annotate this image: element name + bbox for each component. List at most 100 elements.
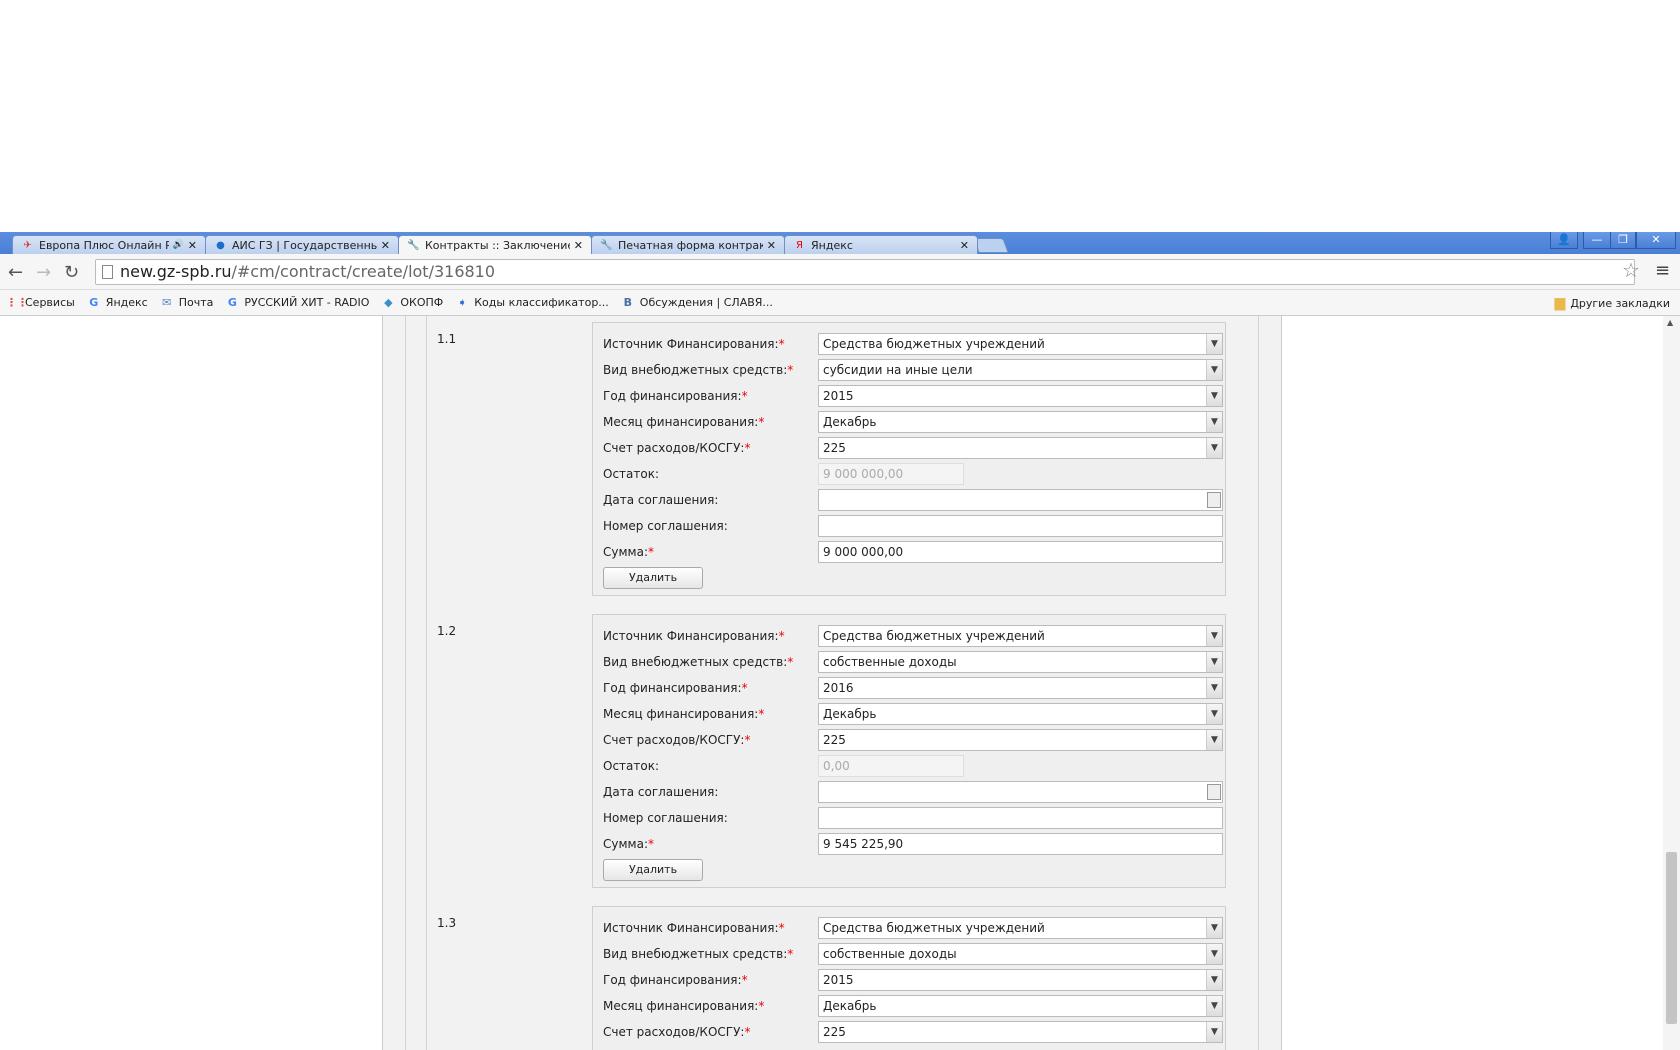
tab-3[interactable]: 🔧 Контракты :: Заключение д ✕ [398,235,592,255]
chevron-down-icon[interactable]: ▼ [1206,652,1222,672]
field-label: Вид внебюджетных средств:* [603,655,793,669]
required-marker: * [787,363,794,377]
divider [405,316,406,1050]
select-field[interactable]: собственные доходы ▼ [818,651,1223,673]
chevron-down-icon[interactable]: ▼ [1206,944,1222,964]
form-row: Остаток: 0,00 [603,755,1223,777]
select-field[interactable]: Средства бюджетных учреждений ▼ [818,625,1223,647]
field-label: Счет расходов/КОСГУ:* [603,441,750,455]
field-value: Декабрь [823,707,877,721]
field-value: 225 [823,1025,846,1039]
scroll-up-icon[interactable]: ▲ [1667,318,1673,327]
delete-button[interactable]: Удалить [603,567,703,589]
bookmark-label: Почта [178,296,214,309]
bookmark-star-icon[interactable]: ☆ [1622,258,1640,282]
calendar-icon[interactable] [1207,784,1221,800]
select-field[interactable]: Декабрь ▼ [818,703,1223,725]
chevron-down-icon[interactable]: ▼ [1206,626,1222,646]
text-field[interactable]: 9 545 225,90 [818,833,1223,855]
select-field[interactable]: 2015 ▼ [818,969,1223,991]
chevron-down-icon[interactable]: ▼ [1206,438,1222,458]
bookmark-icon: G [227,295,237,309]
select-field[interactable]: Средства бюджетных учреждений ▼ [818,917,1223,939]
chevron-down-icon[interactable]: ▼ [1206,678,1222,698]
ais-gz-icon: ● [216,239,225,251]
select-field[interactable]: собственные доходы ▼ [818,943,1223,965]
bookmark-item[interactable]: G РУССКИЙ ХИТ - RADIO [225,295,370,310]
chevron-down-icon[interactable]: ▼ [1206,412,1222,432]
text-field[interactable] [818,807,1223,829]
address-bar[interactable]: new.gz-spb.ru/#cm/contract/create/lot/31… [95,259,1635,285]
field-value: 9 545 225,90 [823,837,904,851]
text-field[interactable] [818,515,1223,537]
close-window-button[interactable]: ✕ [1636,232,1676,249]
chevron-down-icon[interactable]: ▼ [1206,996,1222,1016]
text-field[interactable]: 9 000 000,00 [818,541,1223,563]
minimize-button[interactable]: — [1583,232,1611,249]
bookmark-item[interactable]: ➧ Коды классификатор... [455,296,609,310]
select-field[interactable]: субсидии на иные цели ▼ [818,359,1223,381]
tab-title: Контракты :: Заключение д [425,239,570,252]
chevron-down-icon[interactable]: ▼ [1206,970,1222,990]
tab-5[interactable]: Я Яндекс ✕ [784,235,978,254]
scrollbar[interactable]: ▲ [1663,316,1680,1050]
select-field[interactable]: Декабрь ▼ [818,995,1223,1017]
bookmark-item[interactable]: ✉ Почта [160,296,214,310]
chevron-down-icon[interactable]: ▼ [1206,386,1222,406]
menu-icon[interactable]: ≡ [1655,260,1670,281]
tab-close-icon[interactable]: ✕ [767,239,776,252]
tab-1[interactable]: ✈ Европа Плюс Онлайн Ра 🔊 ✕ [12,235,206,254]
bookmark-item[interactable]: ⋮⋮ Сервисы [6,296,75,310]
field-label: Остаток: [603,467,659,481]
tools-icon: 🔧 [600,239,613,251]
chevron-down-icon[interactable]: ▼ [1206,730,1222,750]
select-field[interactable]: 225 ▼ [818,729,1223,751]
required-marker: * [778,337,785,351]
user-icon[interactable]: 👤 [1550,232,1578,249]
back-icon[interactable]: ← [8,262,23,283]
chevron-down-icon[interactable]: ▼ [1206,1022,1222,1042]
select-field[interactable]: Декабрь ▼ [818,411,1223,433]
other-bookmarks[interactable]: ▆ Другие закладки [1555,295,1670,311]
select-field[interactable]: Средства бюджетных учреждений ▼ [818,333,1223,355]
required-marker: * [741,389,748,403]
new-tab-button[interactable] [973,238,1009,253]
date-field[interactable] [818,781,1223,803]
tab-close-icon[interactable]: ✕ [381,239,390,252]
date-field[interactable] [818,489,1223,511]
select-field[interactable]: 2016 ▼ [818,677,1223,699]
field-value: 2015 [823,389,854,403]
group-number: 1.1 [437,332,457,346]
tab-2[interactable]: ● АИС ГЗ | Государственный ✕ [205,235,399,254]
chevron-down-icon[interactable]: ▼ [1206,360,1222,380]
select-field[interactable]: 225 ▼ [818,1021,1223,1043]
restore-button[interactable]: ❐ [1610,232,1636,249]
tab-close-icon[interactable]: ✕ [960,239,969,252]
tab-close-icon[interactable]: ✕ [188,239,197,252]
select-field[interactable]: 225 ▼ [818,437,1223,459]
bookmark-item[interactable]: ◆ ОКОПФ [381,296,443,310]
select-field[interactable]: 2015 ▼ [818,385,1223,407]
chevron-down-icon[interactable]: ▼ [1206,704,1222,724]
field-value: 225 [823,733,846,747]
tab-4[interactable]: 🔧 Печатная форма контракта ✕ [591,235,785,254]
group-number: 1.3 [437,916,457,930]
yandex-icon: Я [796,239,803,251]
page-content: ▲ 1.1 Источник Финансирования:* Средства б… [0,316,1680,1050]
form-row: Счет расходов/КОСГУ:* 225 ▼ [603,729,1223,751]
chevron-down-icon[interactable]: ▼ [1206,334,1222,354]
field-label: Сумма:* [603,545,654,559]
tab-close-icon[interactable]: ✕ [574,239,583,252]
calendar-icon[interactable] [1207,492,1221,508]
other-bookmarks-label: Другие закладки [1570,296,1670,310]
delete-button[interactable]: Удалить [603,859,703,881]
bookmark-item[interactable]: G Яндекс [87,296,147,310]
reload-icon[interactable]: ↻ [64,262,79,283]
scrollbar-thumb[interactable] [1666,852,1677,1024]
chevron-down-icon[interactable]: ▼ [1206,918,1222,938]
bookmark-item[interactable]: B Обсуждения | СЛАВЯ... [621,296,773,310]
tab-title: Яндекс [811,238,853,252]
forward-icon[interactable]: → [36,262,51,283]
europa-plus-icon: ✈ [23,239,32,251]
field-label: Сумма:* [603,837,654,851]
